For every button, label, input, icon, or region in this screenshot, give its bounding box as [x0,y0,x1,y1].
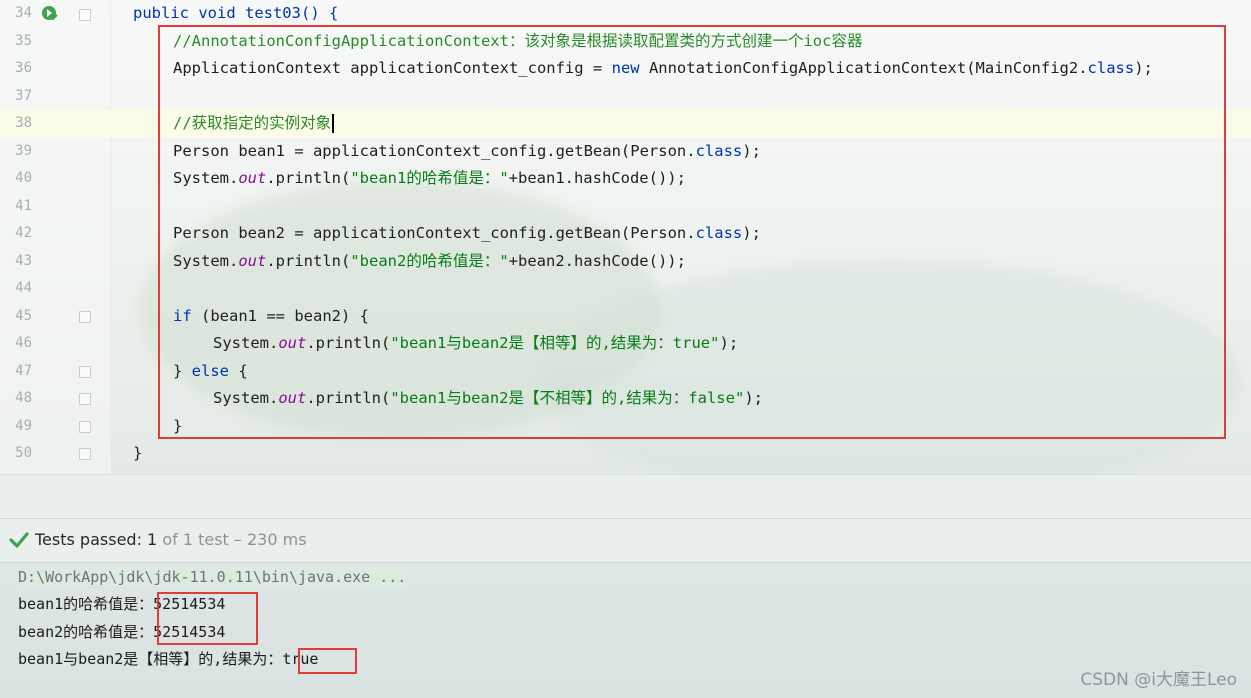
console-text: bean1与bean2是【相等】的,结果为： [18,650,283,668]
console-text: bean2的哈希值是： [18,623,154,641]
code-line[interactable]: 50} [0,440,1251,468]
line-number: 36 [15,60,32,76]
line-number: 41 [15,197,32,214]
code-text[interactable]: public void test03() { [133,0,338,28]
code-line[interactable]: 34 public void test03() { [0,0,1251,28]
line-number: 39 [15,142,32,159]
line-number: 43 [15,252,32,269]
line-number: 47 [15,362,32,379]
line-number: 50 [15,445,32,461]
line-number: 35 [15,32,32,49]
code-text[interactable]: } [133,440,142,468]
annotation-box-hash [157,592,258,645]
console-output[interactable]: D:\WorkApp\jdk\jdk-11.0.11\bin\java.exe … [0,562,1251,698]
code-token: } [133,444,143,462]
annotation-box-code [158,25,1226,439]
line-number: 49 [15,417,32,434]
line-number: 38 [15,115,32,131]
test-detail: of 1 test – 230 ms [157,530,307,549]
line-number: 34 [15,5,32,21]
fold-marker[interactable] [79,421,91,433]
check-icon [9,532,29,548]
code-token: () { [300,4,339,22]
fold-marker[interactable] [79,393,91,405]
panel-splitter[interactable] [0,474,1251,519]
code-editor[interactable]: 34 public void test03() {35//AnnotationCo… [0,0,1251,474]
line-number: 42 [15,225,32,241]
fold-marker[interactable] [79,448,91,460]
console-line: bean1与bean2是【相等】的,结果为：true [18,646,318,673]
code-token: public void [133,4,245,22]
code-token: test03 [244,4,301,22]
watermark: CSDN @i大魔王Leo [1080,670,1237,690]
test-status-text: Tests passed: 1 of 1 test – 230 ms [35,530,307,549]
console-command-line: D:\WorkApp\jdk\jdk-11.0.11\bin\java.exe … [18,564,409,591]
test-status-bar: Tests passed: 1 of 1 test – 230 ms [0,518,1251,563]
test-status-label: Tests passed: [35,530,148,549]
line-number: 48 [15,390,32,406]
line-number: 46 [15,335,32,351]
run-test-gutter-icon[interactable] [40,4,60,24]
line-number: 37 [15,87,32,104]
java-command: D:\WorkApp\jdk\jdk-11.0.11\bin\java.exe … [18,568,409,586]
fold-marker[interactable] [79,311,91,323]
test-count: 1 [147,530,158,549]
fold-marker[interactable] [79,366,91,378]
line-number: 40 [15,170,32,186]
annotation-box-result [298,648,357,674]
console-text: bean1的哈希值是： [18,595,154,613]
line-number: 45 [15,307,32,324]
line-number: 44 [15,280,32,296]
fold-marker[interactable] [79,9,91,21]
